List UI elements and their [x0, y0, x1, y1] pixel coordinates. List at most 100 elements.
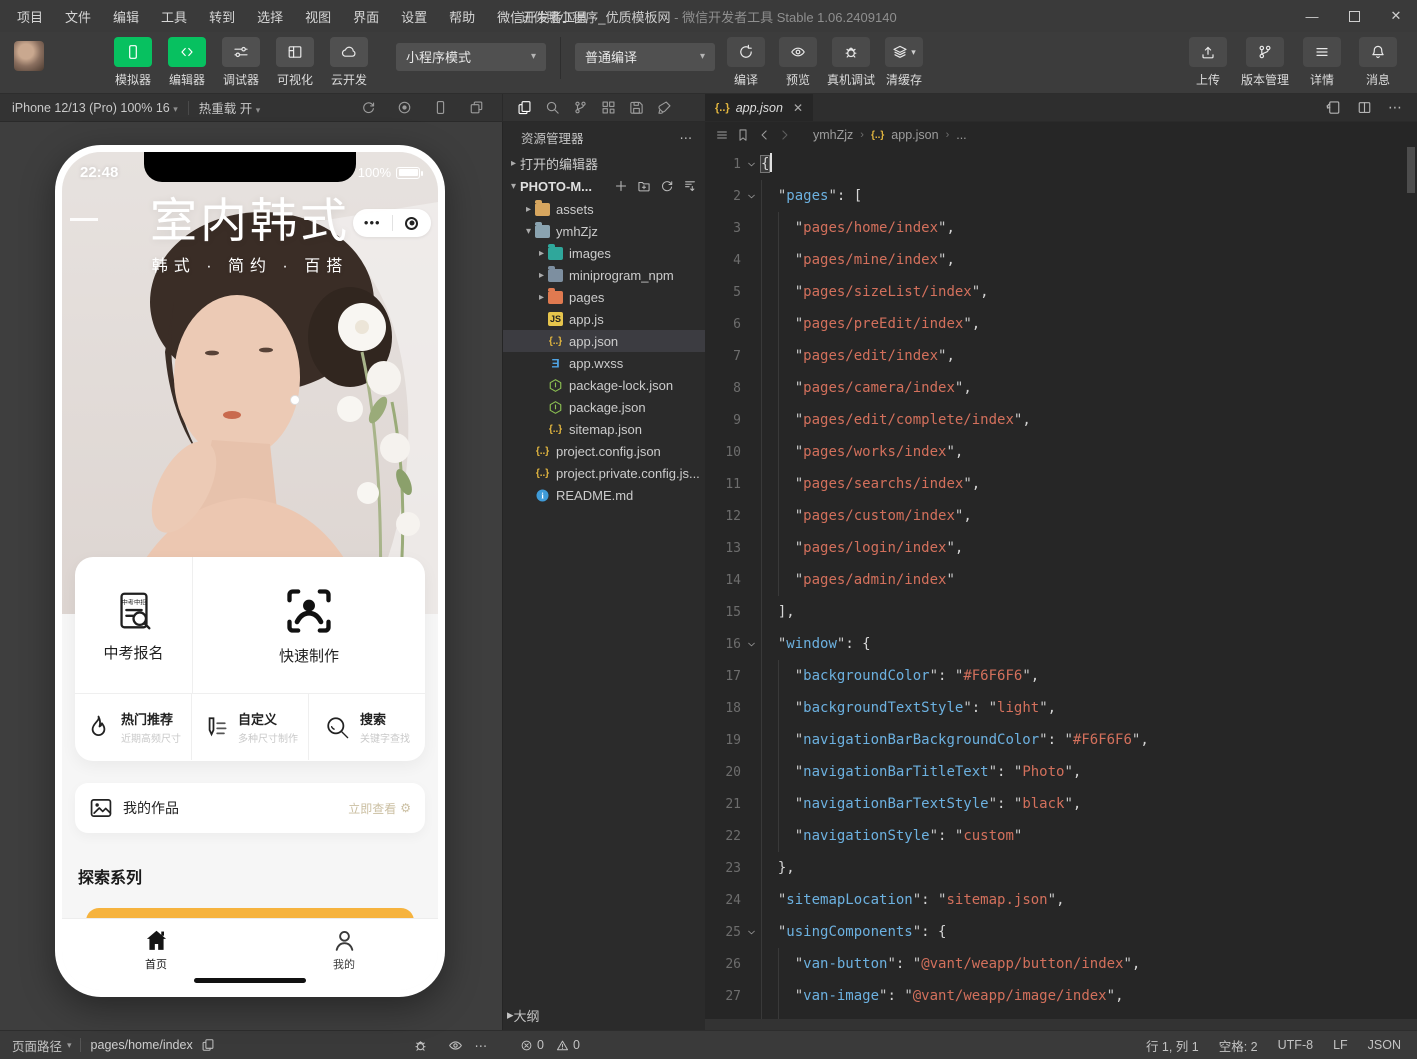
code-line-7[interactable]: 7 "pages/edit/index", — [705, 340, 1417, 372]
code-line-1[interactable]: 1{ — [705, 148, 1417, 180]
nav-back-icon[interactable] — [757, 128, 771, 142]
toggle-cloud-dev[interactable]: 云开发 — [326, 37, 372, 88]
action-upload[interactable]: 上传 — [1185, 37, 1231, 88]
collapse-all-icon[interactable] — [683, 179, 697, 193]
menu-item-1[interactable]: 文件 — [56, 5, 100, 28]
menu-item-5[interactable]: 选择 — [248, 5, 292, 28]
bookmark-icon[interactable] — [736, 128, 750, 142]
save-icon[interactable] — [629, 100, 644, 115]
toggle-visualize[interactable]: 可视化 — [272, 37, 318, 88]
new-file-icon[interactable] — [614, 179, 628, 193]
tree-item-README.md[interactable]: i README.md — [503, 484, 705, 506]
status-item-2[interactable]: UTF-8 — [1278, 1038, 1313, 1052]
code-line-6[interactable]: 6 "pages/preEdit/index", — [705, 308, 1417, 340]
code-line-11[interactable]: 11 "pages/searchs/index", — [705, 468, 1417, 500]
code-line-14[interactable]: 14 "pages/admin/index" — [705, 564, 1417, 596]
code-line-25[interactable]: 25 "usingComponents": { — [705, 916, 1417, 948]
refresh-explorer-icon[interactable] — [660, 179, 674, 193]
code-line-28[interactable]: 28 "van-icon": "@vant/weapp/icon/index", — [705, 1012, 1417, 1019]
user-avatar[interactable] — [14, 40, 44, 71]
fold-chevron-icon[interactable] — [741, 639, 761, 650]
custom-size-entry[interactable]: 自定义 多种尺寸制作 — [191, 694, 308, 760]
my-works-card[interactable]: 我的作品 立即查看 ⚙ — [75, 783, 425, 833]
action-version-manage[interactable]: 版本管理 — [1241, 37, 1289, 88]
menu-item-4[interactable]: 转到 — [200, 5, 244, 28]
tree-item-ymhZjz[interactable]: ▾ ymhZjz — [503, 220, 705, 242]
capsule-more-icon[interactable]: ••• — [353, 216, 392, 229]
tree-item-miniprogramnpm[interactable]: ▸ miniprogram_npm — [503, 264, 705, 286]
close-icon[interactable]: ✕ — [793, 101, 803, 115]
menu-item-6[interactable]: 视图 — [296, 5, 340, 28]
extensions-icon[interactable] — [601, 100, 616, 115]
code-line-16[interactable]: 16 "window": { — [705, 628, 1417, 660]
code-line-24[interactable]: 24 "sitemapLocation": "sitemap.json", — [705, 884, 1417, 916]
menu-item-3[interactable]: 工具 — [152, 5, 196, 28]
action-remote-debug[interactable]: 真机调试 — [827, 37, 875, 88]
record-icon[interactable] — [397, 100, 412, 115]
open-editors-row[interactable]: ▸ 打开的编辑器 — [503, 152, 705, 174]
copy-path-icon[interactable] — [201, 1038, 215, 1052]
code-line-22[interactable]: 22 "navigationStyle": "custom" — [705, 820, 1417, 852]
code-line-3[interactable]: 3 "pages/home/index", — [705, 212, 1417, 244]
toggle-simulator[interactable]: 模拟器 — [110, 37, 156, 88]
horizontal-scrollbar[interactable] — [705, 1019, 1417, 1030]
tab-app-json[interactable]: {..} app.json ✕ — [705, 94, 814, 121]
tree-item-project.config.json[interactable]: {..} project.config.json — [503, 440, 705, 462]
action-compile[interactable]: 编译 — [723, 37, 769, 88]
status-item-1[interactable]: 空格: 2 — [1219, 1036, 1258, 1055]
status-item-0[interactable]: 行 1, 列 1 — [1146, 1036, 1199, 1055]
split-editor-icon[interactable] — [1357, 100, 1372, 115]
action-messages[interactable]: 消息 — [1355, 37, 1401, 88]
tree-item-pages[interactable]: ▸ pages — [503, 286, 705, 308]
toggle-debugger[interactable]: 调试器 — [218, 37, 264, 88]
tree-item-project.private.config.js...[interactable]: {..} project.private.config.js... — [503, 462, 705, 484]
code-line-23[interactable]: 23 }, — [705, 852, 1417, 884]
code-line-19[interactable]: 19 "navigationBarBackgroundColor": "#F6F… — [705, 724, 1417, 756]
quick-make-entry[interactable]: 快速制作 — [193, 557, 425, 693]
code-line-8[interactable]: 8 "pages/camera/index", — [705, 372, 1417, 404]
tree-item-app.wxss[interactable]: Ǝapp.wxss — [503, 352, 705, 374]
capsule-close-icon[interactable] — [393, 216, 432, 230]
code-line-21[interactable]: 21 "navigationBarTextStyle": "black", — [705, 788, 1417, 820]
code-line-18[interactable]: 18 "backgroundTextStyle": "light", — [705, 692, 1417, 724]
tree-item-assets[interactable]: ▸ assets — [503, 198, 705, 220]
action-details[interactable]: 详情 — [1299, 37, 1345, 88]
code-line-20[interactable]: 20 "navigationBarTitleText": "Photo", — [705, 756, 1417, 788]
code-editor[interactable]: ymhZjz › {..} app.json › ... 1{2 "pages"… — [705, 122, 1417, 1030]
source-control-icon[interactable] — [573, 100, 588, 115]
problems-section[interactable]: 0 0 — [502, 1031, 705, 1059]
code-viewport[interactable]: 1{2 "pages": [3 "pages/home/index", 4 "pa… — [705, 148, 1417, 1019]
code-line-26[interactable]: 26 "van-button": "@vant/weapp/button/ind… — [705, 948, 1417, 980]
compile-mode-select[interactable]: 普通编译 ▾ — [575, 42, 715, 71]
toggle-editor[interactable]: 编辑器 — [164, 37, 210, 88]
breadcrumb-folder[interactable]: ymhZjz — [813, 128, 853, 142]
maximize-button[interactable] — [1333, 0, 1375, 32]
fold-chevron-icon[interactable] — [741, 191, 761, 202]
code-line-2[interactable]: 2 "pages": [ — [705, 180, 1417, 212]
new-folder-icon[interactable] — [637, 179, 651, 193]
hot-recommend-entry[interactable]: 热门推荐 近期高频尺寸 — [75, 694, 191, 760]
exam-signup-entry[interactable]: 中考中招 中考报名 — [75, 557, 193, 693]
device-frame-icon[interactable] — [433, 100, 448, 115]
menu-item-8[interactable]: 设置 — [392, 5, 436, 28]
tree-item-package.json[interactable]: package.json — [503, 396, 705, 418]
search-icon[interactable] — [545, 100, 560, 115]
code-line-5[interactable]: 5 "pages/sizeList/index", — [705, 276, 1417, 308]
close-button[interactable]: ✕ — [1375, 0, 1417, 32]
fold-chevron-icon[interactable] — [741, 159, 761, 170]
code-line-17[interactable]: 17 "backgroundColor": "#F6F6F6", — [705, 660, 1417, 692]
tree-item-sitemap.json[interactable]: {..} sitemap.json — [503, 418, 705, 440]
action-preview[interactable]: 预览 — [775, 37, 821, 88]
device-selector[interactable]: iPhone 12/13 (Pro) 100% 16 ▾ — [12, 101, 178, 115]
hot-reload-toggle[interactable]: 热重载 开 ▾ — [199, 98, 261, 117]
breadcrumb-symbol[interactable]: ... — [956, 128, 966, 142]
status-item-4[interactable]: JSON — [1368, 1038, 1401, 1052]
view-now-link[interactable]: 立即查看 ⚙ — [348, 800, 411, 817]
fold-chevron-icon[interactable] — [741, 927, 761, 938]
mode-select[interactable]: 小程序模式 ▾ — [396, 42, 546, 71]
tree-item-package-lock.json[interactable]: package-lock.json — [503, 374, 705, 396]
breadcrumb-file[interactable]: app.json — [891, 128, 938, 142]
more-status-icon[interactable]: ⋯ — [475, 1038, 489, 1053]
code-line-13[interactable]: 13 "pages/login/index", — [705, 532, 1417, 564]
theme-brush-icon[interactable] — [657, 100, 672, 115]
